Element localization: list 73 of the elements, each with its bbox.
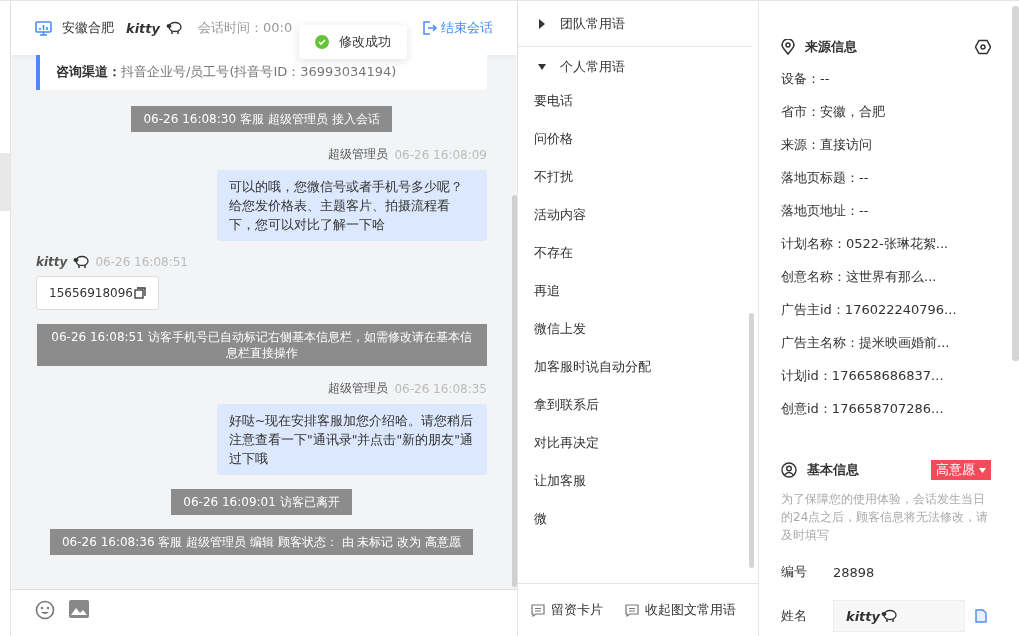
action-button[interactable]: 收起图文常用语 [625,601,736,619]
phrase-item[interactable]: 让加客服 [518,469,758,507]
message-time: 06-26 16:08:09 [394,147,487,162]
info-row-text: 落地页地址：-- [781,202,870,220]
sender-name: 超级管理员 [328,146,389,163]
system-notice: 06-26 16:08:30 客服 超级管理员 接入会话 [131,106,392,132]
sheep-icon [73,255,90,269]
info-row-text: 设备：-- [781,70,831,88]
phrase-item[interactable]: 拿到联系后 [518,393,758,431]
user-icon [781,462,797,478]
system-notice: 06-26 16:08:51 访客手机号已自动标记右侧基本信息栏，如需修改请在基本信息栏直接操作 [36,324,487,366]
scrollbar[interactable] [512,195,517,587]
visitor-location: 安徽合肥 [62,19,114,37]
sender-name: kitty [36,255,68,269]
info-row-text: 计划名称：0522-张琳花絮... [781,235,950,253]
info-row-text: 创意id：176658707286... [781,400,945,418]
caret-icon [538,18,546,29]
info-note: 为了保障您的使用体验，会话发生当日的24点之后，顾客信息将无法修改，请及时填写 [781,491,990,544]
action-button[interactable]: 留资卡片 [531,601,603,619]
session-time: 会话时间：00:0 [198,19,293,37]
copy-icon[interactable] [134,287,146,299]
sender-name: 超级管理员 [328,380,389,397]
phrase-item[interactable]: 要电话 [518,89,758,127]
caret-icon [538,62,546,72]
image-icon[interactable] [69,600,89,618]
section-title: 基本信息 [807,461,859,479]
scrollbar[interactable] [749,313,754,568]
monitor-icon [35,20,52,36]
channel-value: 抖音企业号/员工号(抖音号ID：36993034194) [121,64,397,79]
phrase-item[interactable]: 不存在 [518,241,758,279]
location-pin-icon [781,39,795,55]
info-row-text: 来源：直接访问 [781,136,873,154]
hexagon-icon[interactable] [975,39,991,55]
sheep-icon [166,21,182,35]
message-bubble: 好哒~现在安排客服加您介绍哈。请您稍后注意查看一下"通讯录"并点击"新的朋友"通过下哦 [217,404,487,475]
phrase-item[interactable]: 问价格 [518,127,758,165]
channel-label: 咨询渠道： [56,64,121,79]
field-label: 姓名 [781,607,808,625]
emoji-icon[interactable] [35,600,55,620]
system-notice: 06-26 16:09:01 访客已离开 [171,489,352,515]
phrase-item[interactable]: 活动内容 [518,203,758,241]
message-time: 06-26 16:08:35 [394,381,487,396]
message-time: 06-26 16:08:51 [95,255,188,269]
section-title: 来源信息 [805,38,857,56]
message-icon [531,603,545,617]
phrase-group[interactable]: 个人常用语 [518,47,752,87]
phone-number: 15656918096 [49,286,133,300]
system-notice: 06-26 16:08:36 客服 超级管理员 编辑 顾客状态： 由 未标记 改为 高意愿 [49,529,474,555]
sheep-icon [881,609,897,623]
phrase-item[interactable]: 对比再决定 [518,431,758,469]
phrase-item[interactable]: 再追 [518,279,758,317]
toast-message: 修改成功 [339,33,391,51]
field-label: 编号 [781,563,808,581]
message-bubble: 可以的哦，您微信号或者手机号多少呢？给您发价格表、主题客片、拍摄流程看下，您可以对比了解一下哈 [217,170,487,241]
info-row-text: 广告主id：176022240796... [781,301,958,319]
message-icon [625,603,639,617]
info-row-text: 省市：安徽，合肥 [781,103,886,121]
info-row-text: 计划id：176658686837... [781,367,945,385]
exit-icon [423,21,437,35]
info-row-text: 创意名称：这世界有那么... [781,268,938,286]
phrase-item[interactable]: 加客服时说自动分配 [518,355,758,393]
phrase-item[interactable]: 微 [518,507,758,545]
scrollbar[interactable] [1012,6,1019,361]
info-row-text: 广告主名称：提米映画婚前... [781,334,951,352]
name-input[interactable]: kitty [833,600,965,632]
visitor-name: kitty [126,20,160,36]
field-value: 28898 [833,564,875,580]
phrase-item[interactable]: 微信上发 [518,317,758,355]
info-row-text: 落地页标题：-- [781,169,870,187]
phrase-group[interactable]: 团队常用语 [518,1,752,47]
check-circle-icon [315,35,329,49]
phrase-item[interactable]: 不打扰 [518,165,758,203]
caret-icon [979,467,986,473]
